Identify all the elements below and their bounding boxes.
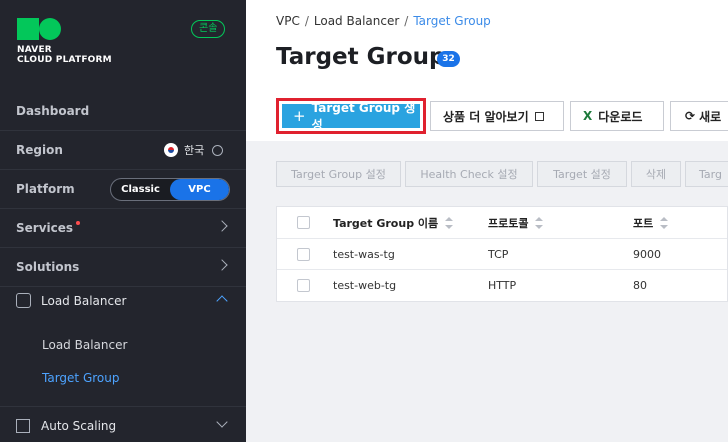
breadcrumb-current: Target Group xyxy=(413,14,491,28)
cell-name: test-web-tg xyxy=(333,279,397,292)
chevron-right-icon xyxy=(216,220,228,232)
platform-option-classic[interactable]: Classic xyxy=(111,179,170,200)
sort-icon xyxy=(445,216,454,229)
load-balancer-icon xyxy=(16,293,31,308)
region-value: 한국 xyxy=(184,144,205,157)
refresh-button[interactable]: ⟳ 새로 xyxy=(670,101,728,131)
breadcrumb-item-load-balancer[interactable]: Load Balancer xyxy=(314,14,399,28)
sidebar-item-services[interactable]: Services xyxy=(0,209,246,248)
main-content: VPC / Load Balancer / Target Group Target Gr… xyxy=(246,0,728,442)
download-button[interactable]: X 다운로드 xyxy=(570,101,664,131)
cell-port: 80 xyxy=(633,279,647,292)
sidebar-item-label: Auto Scaling xyxy=(41,419,117,433)
korea-flag-icon xyxy=(164,143,178,157)
health-check-settings-button[interactable]: Health Check 설정 xyxy=(405,161,533,187)
sidebar-item-region[interactable]: Region 한국 xyxy=(0,131,246,170)
table-row[interactable]: test-was-tg TCP 9000 xyxy=(277,239,727,270)
sidebar-item-label: Load Balancer xyxy=(41,293,127,308)
sidebar-item-label: Region xyxy=(16,143,63,157)
refresh-icon: ⟳ xyxy=(685,109,696,123)
region-selector[interactable]: 한국 xyxy=(164,142,224,158)
create-button-label: Target Group 생성 xyxy=(311,101,416,132)
learn-more-button[interactable]: 상품 더 알아보기 xyxy=(430,101,564,131)
sidebar-item-load-balancer[interactable]: Load Balancer xyxy=(0,281,246,320)
notification-dot xyxy=(76,221,81,225)
sidebar-item-auto-scaling[interactable]: Auto Scaling xyxy=(0,406,246,442)
column-header-name[interactable]: Target Group 이름 xyxy=(333,207,454,238)
page-title: Target Group xyxy=(276,44,446,70)
external-link-icon xyxy=(534,111,544,121)
sidebar-item-dashboard[interactable]: Dashboard xyxy=(0,92,246,131)
column-header-port[interactable]: 포트 xyxy=(633,207,669,238)
target-group-table: Target Group 이름 프로토콜 포트 test-was-tg TCP … xyxy=(276,206,728,302)
target-more-button[interactable]: Targ xyxy=(685,161,728,187)
create-target-group-button[interactable]: + Target Group 생성 xyxy=(282,101,420,132)
delete-button[interactable]: 삭제 xyxy=(631,161,681,187)
cell-name: test-was-tg xyxy=(333,247,395,261)
sidebar-item-platform: Platform Classic VPC xyxy=(0,170,246,209)
count-badge: 32 xyxy=(437,51,460,67)
learn-more-label: 상품 더 알아보기 xyxy=(443,109,529,124)
logo-icon xyxy=(17,18,112,40)
excel-icon: X xyxy=(583,109,593,123)
sidebar-subitem-target-group[interactable]: Target Group xyxy=(42,371,119,385)
plus-icon: + xyxy=(293,107,306,125)
brand-line-2: CLOUD PLATFORM xyxy=(17,55,112,65)
sidebar-item-label: Services xyxy=(16,221,74,235)
chevron-up-icon xyxy=(216,295,228,307)
target-settings-button[interactable]: Target 설정 xyxy=(537,161,627,187)
select-all-checkbox[interactable] xyxy=(297,216,310,229)
download-label: 다운로드 xyxy=(598,109,643,124)
highlight-box: + Target Group 생성 xyxy=(276,98,426,134)
breadcrumb: VPC / Load Balancer / Target Group xyxy=(276,14,491,28)
sort-icon xyxy=(535,216,544,229)
column-header-protocol[interactable]: 프로토콜 xyxy=(488,207,544,238)
brand-line-1: NAVER xyxy=(17,45,52,55)
console-badge[interactable]: 콘솔 xyxy=(191,20,226,38)
sidebar-subitem-load-balancer[interactable]: Load Balancer xyxy=(42,338,127,352)
sidebar-item-label: Dashboard xyxy=(16,104,90,118)
target-group-settings-button[interactable]: Target Group 설정 xyxy=(276,161,401,187)
sort-icon xyxy=(660,216,669,229)
auto-scaling-icon xyxy=(16,419,30,433)
sidebar-item-label: Solutions xyxy=(16,260,80,274)
gear-icon[interactable] xyxy=(212,144,224,156)
platform-option-vpc[interactable]: VPC xyxy=(170,179,229,200)
sidebar-item-label: Platform xyxy=(16,182,75,196)
row-checkbox[interactable] xyxy=(297,279,310,292)
platform-toggle[interactable]: Classic VPC xyxy=(110,178,230,201)
refresh-label: 새로 xyxy=(699,109,722,124)
cell-protocol: HTTP xyxy=(488,279,517,292)
table-header: Target Group 이름 프로토콜 포트 xyxy=(277,207,727,239)
chevron-right-icon xyxy=(216,259,228,271)
sidebar: NAVER CLOUD PLATFORM 콘솔 Dashboard Region… xyxy=(0,0,246,442)
cell-protocol: TCP xyxy=(488,247,509,261)
chevron-down-icon xyxy=(216,416,228,428)
table-row[interactable]: test-web-tg HTTP 80 xyxy=(277,270,727,301)
cell-port: 9000 xyxy=(633,247,661,261)
row-checkbox[interactable] xyxy=(297,247,310,261)
naver-cloud-logo[interactable]: NAVER CLOUD PLATFORM xyxy=(17,18,112,65)
breadcrumb-item-vpc[interactable]: VPC xyxy=(276,14,300,28)
